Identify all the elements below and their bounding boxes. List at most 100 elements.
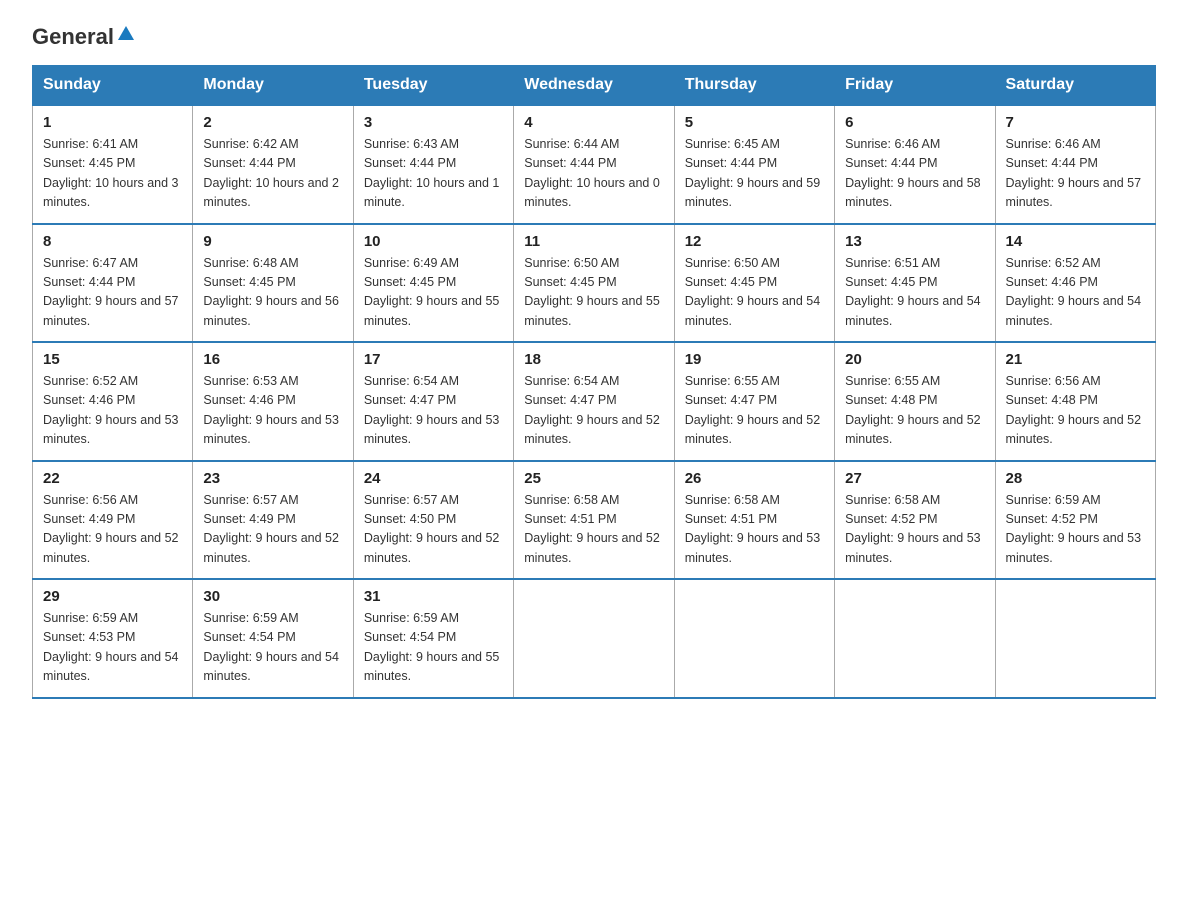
day-info: Sunrise: 6:58 AMSunset: 4:52 PMDaylight:… bbox=[845, 491, 984, 569]
day-number: 3 bbox=[364, 114, 503, 131]
calendar-cell: 2 Sunrise: 6:42 AMSunset: 4:44 PMDayligh… bbox=[193, 105, 353, 224]
day-number: 12 bbox=[685, 233, 824, 250]
calendar-header-row: SundayMondayTuesdayWednesdayThursdayFrid… bbox=[33, 66, 1156, 106]
calendar-cell bbox=[514, 579, 674, 698]
day-info: Sunrise: 6:58 AMSunset: 4:51 PMDaylight:… bbox=[524, 491, 663, 569]
day-number: 4 bbox=[524, 114, 663, 131]
day-info: Sunrise: 6:46 AMSunset: 4:44 PMDaylight:… bbox=[1006, 135, 1145, 213]
day-info: Sunrise: 6:55 AMSunset: 4:48 PMDaylight:… bbox=[845, 372, 984, 450]
calendar-cell: 9 Sunrise: 6:48 AMSunset: 4:45 PMDayligh… bbox=[193, 224, 353, 343]
calendar-cell: 28 Sunrise: 6:59 AMSunset: 4:52 PMDaylig… bbox=[995, 461, 1155, 580]
day-info: Sunrise: 6:43 AMSunset: 4:44 PMDaylight:… bbox=[364, 135, 503, 213]
calendar-week-row: 15 Sunrise: 6:52 AMSunset: 4:46 PMDaylig… bbox=[33, 342, 1156, 461]
logo-general: General bbox=[32, 26, 114, 48]
calendar-week-row: 29 Sunrise: 6:59 AMSunset: 4:53 PMDaylig… bbox=[33, 579, 1156, 698]
calendar-cell: 24 Sunrise: 6:57 AMSunset: 4:50 PMDaylig… bbox=[353, 461, 513, 580]
calendar-cell bbox=[835, 579, 995, 698]
logo: General bbox=[32, 24, 135, 47]
day-info: Sunrise: 6:46 AMSunset: 4:44 PMDaylight:… bbox=[845, 135, 984, 213]
day-info: Sunrise: 6:44 AMSunset: 4:44 PMDaylight:… bbox=[524, 135, 663, 213]
calendar-cell: 10 Sunrise: 6:49 AMSunset: 4:45 PMDaylig… bbox=[353, 224, 513, 343]
day-number: 31 bbox=[364, 588, 503, 605]
day-number: 16 bbox=[203, 351, 342, 368]
logo-triangle-icon bbox=[117, 24, 135, 47]
day-info: Sunrise: 6:42 AMSunset: 4:44 PMDaylight:… bbox=[203, 135, 342, 213]
calendar-cell: 19 Sunrise: 6:55 AMSunset: 4:47 PMDaylig… bbox=[674, 342, 834, 461]
calendar-cell: 20 Sunrise: 6:55 AMSunset: 4:48 PMDaylig… bbox=[835, 342, 995, 461]
calendar-cell: 15 Sunrise: 6:52 AMSunset: 4:46 PMDaylig… bbox=[33, 342, 193, 461]
day-number: 9 bbox=[203, 233, 342, 250]
calendar-cell: 1 Sunrise: 6:41 AMSunset: 4:45 PMDayligh… bbox=[33, 105, 193, 224]
day-number: 21 bbox=[1006, 351, 1145, 368]
calendar-cell: 13 Sunrise: 6:51 AMSunset: 4:45 PMDaylig… bbox=[835, 224, 995, 343]
calendar-cell: 25 Sunrise: 6:58 AMSunset: 4:51 PMDaylig… bbox=[514, 461, 674, 580]
calendar-cell: 6 Sunrise: 6:46 AMSunset: 4:44 PMDayligh… bbox=[835, 105, 995, 224]
calendar-cell: 11 Sunrise: 6:50 AMSunset: 4:45 PMDaylig… bbox=[514, 224, 674, 343]
calendar-day-header: Saturday bbox=[995, 66, 1155, 106]
day-number: 2 bbox=[203, 114, 342, 131]
calendar-cell: 16 Sunrise: 6:53 AMSunset: 4:46 PMDaylig… bbox=[193, 342, 353, 461]
day-number: 6 bbox=[845, 114, 984, 131]
calendar-cell: 18 Sunrise: 6:54 AMSunset: 4:47 PMDaylig… bbox=[514, 342, 674, 461]
page-header: General bbox=[32, 24, 1156, 47]
calendar-day-header: Monday bbox=[193, 66, 353, 106]
day-info: Sunrise: 6:49 AMSunset: 4:45 PMDaylight:… bbox=[364, 254, 503, 332]
day-info: Sunrise: 6:57 AMSunset: 4:49 PMDaylight:… bbox=[203, 491, 342, 569]
calendar-cell: 22 Sunrise: 6:56 AMSunset: 4:49 PMDaylig… bbox=[33, 461, 193, 580]
day-info: Sunrise: 6:55 AMSunset: 4:47 PMDaylight:… bbox=[685, 372, 824, 450]
day-number: 23 bbox=[203, 470, 342, 487]
day-number: 25 bbox=[524, 470, 663, 487]
calendar-cell: 31 Sunrise: 6:59 AMSunset: 4:54 PMDaylig… bbox=[353, 579, 513, 698]
day-number: 10 bbox=[364, 233, 503, 250]
calendar-week-row: 22 Sunrise: 6:56 AMSunset: 4:49 PMDaylig… bbox=[33, 461, 1156, 580]
calendar-cell: 27 Sunrise: 6:58 AMSunset: 4:52 PMDaylig… bbox=[835, 461, 995, 580]
day-number: 19 bbox=[685, 351, 824, 368]
calendar-cell: 23 Sunrise: 6:57 AMSunset: 4:49 PMDaylig… bbox=[193, 461, 353, 580]
day-info: Sunrise: 6:50 AMSunset: 4:45 PMDaylight:… bbox=[685, 254, 824, 332]
calendar-cell: 5 Sunrise: 6:45 AMSunset: 4:44 PMDayligh… bbox=[674, 105, 834, 224]
day-number: 11 bbox=[524, 233, 663, 250]
day-number: 29 bbox=[43, 588, 182, 605]
day-number: 14 bbox=[1006, 233, 1145, 250]
day-info: Sunrise: 6:52 AMSunset: 4:46 PMDaylight:… bbox=[43, 372, 182, 450]
calendar-cell: 29 Sunrise: 6:59 AMSunset: 4:53 PMDaylig… bbox=[33, 579, 193, 698]
day-info: Sunrise: 6:56 AMSunset: 4:49 PMDaylight:… bbox=[43, 491, 182, 569]
day-info: Sunrise: 6:47 AMSunset: 4:44 PMDaylight:… bbox=[43, 254, 182, 332]
day-number: 18 bbox=[524, 351, 663, 368]
calendar-header: SundayMondayTuesdayWednesdayThursdayFrid… bbox=[33, 66, 1156, 106]
calendar-cell: 7 Sunrise: 6:46 AMSunset: 4:44 PMDayligh… bbox=[995, 105, 1155, 224]
calendar-cell bbox=[674, 579, 834, 698]
day-info: Sunrise: 6:41 AMSunset: 4:45 PMDaylight:… bbox=[43, 135, 182, 213]
day-info: Sunrise: 6:53 AMSunset: 4:46 PMDaylight:… bbox=[203, 372, 342, 450]
calendar-cell: 14 Sunrise: 6:52 AMSunset: 4:46 PMDaylig… bbox=[995, 224, 1155, 343]
day-info: Sunrise: 6:56 AMSunset: 4:48 PMDaylight:… bbox=[1006, 372, 1145, 450]
day-number: 28 bbox=[1006, 470, 1145, 487]
day-info: Sunrise: 6:59 AMSunset: 4:54 PMDaylight:… bbox=[203, 609, 342, 687]
calendar-cell: 3 Sunrise: 6:43 AMSunset: 4:44 PMDayligh… bbox=[353, 105, 513, 224]
day-number: 15 bbox=[43, 351, 182, 368]
calendar-week-row: 1 Sunrise: 6:41 AMSunset: 4:45 PMDayligh… bbox=[33, 105, 1156, 224]
calendar-cell: 8 Sunrise: 6:47 AMSunset: 4:44 PMDayligh… bbox=[33, 224, 193, 343]
day-number: 17 bbox=[364, 351, 503, 368]
calendar-cell bbox=[995, 579, 1155, 698]
day-info: Sunrise: 6:59 AMSunset: 4:54 PMDaylight:… bbox=[364, 609, 503, 687]
day-info: Sunrise: 6:58 AMSunset: 4:51 PMDaylight:… bbox=[685, 491, 824, 569]
calendar-day-header: Thursday bbox=[674, 66, 834, 106]
calendar-cell: 4 Sunrise: 6:44 AMSunset: 4:44 PMDayligh… bbox=[514, 105, 674, 224]
calendar-week-row: 8 Sunrise: 6:47 AMSunset: 4:44 PMDayligh… bbox=[33, 224, 1156, 343]
calendar-cell: 30 Sunrise: 6:59 AMSunset: 4:54 PMDaylig… bbox=[193, 579, 353, 698]
day-number: 7 bbox=[1006, 114, 1145, 131]
day-info: Sunrise: 6:59 AMSunset: 4:53 PMDaylight:… bbox=[43, 609, 182, 687]
day-number: 1 bbox=[43, 114, 182, 131]
day-number: 20 bbox=[845, 351, 984, 368]
calendar-day-header: Tuesday bbox=[353, 66, 513, 106]
day-number: 27 bbox=[845, 470, 984, 487]
day-number: 22 bbox=[43, 470, 182, 487]
calendar-cell: 17 Sunrise: 6:54 AMSunset: 4:47 PMDaylig… bbox=[353, 342, 513, 461]
day-info: Sunrise: 6:48 AMSunset: 4:45 PMDaylight:… bbox=[203, 254, 342, 332]
calendar-cell: 26 Sunrise: 6:58 AMSunset: 4:51 PMDaylig… bbox=[674, 461, 834, 580]
calendar-body: 1 Sunrise: 6:41 AMSunset: 4:45 PMDayligh… bbox=[33, 105, 1156, 698]
day-number: 30 bbox=[203, 588, 342, 605]
calendar-day-header: Friday bbox=[835, 66, 995, 106]
calendar-table: SundayMondayTuesdayWednesdayThursdayFrid… bbox=[32, 65, 1156, 699]
